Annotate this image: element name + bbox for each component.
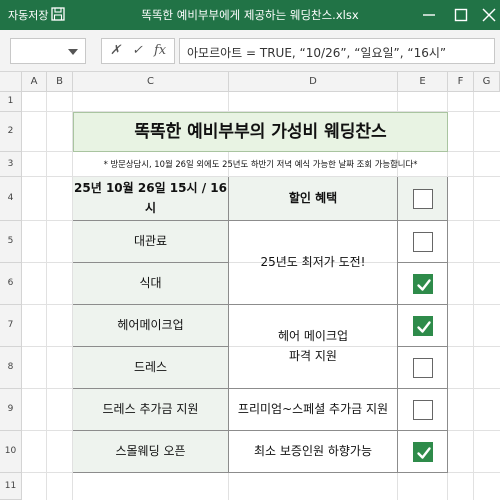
checkbox-cell[interactable] <box>398 263 448 305</box>
item-cell-hair-makeup[interactable]: 헤어메이크업 <box>73 305 229 347</box>
maximize-icon[interactable] <box>452 6 470 24</box>
formula-input[interactable]: 아모르아트 = TRUE, “10/26”, “일요일”, “16시” <box>179 38 495 64</box>
item-cell-dress-extra[interactable]: 드레스 추가금 지원 <box>73 389 229 431</box>
benefit-cell-guarantee[interactable]: 최소 보증인원 하향가능 <box>229 431 398 473</box>
benefit-cell-hair-makeup[interactable]: 헤어 메이크업 파격 지원 <box>229 305 398 389</box>
checkbox-cell[interactable] <box>398 347 448 389</box>
column-header-d[interactable]: D <box>229 72 398 92</box>
row-header-1[interactable]: 1 <box>0 92 22 112</box>
minimize-icon[interactable] <box>420 6 438 24</box>
header-date-cell[interactable]: 25년 10월 26일 15시 / 16시 <box>73 177 229 221</box>
checkbox-checked[interactable] <box>412 315 433 336</box>
item-cell-dress[interactable]: 드레스 <box>73 347 229 389</box>
chevron-down-icon[interactable] <box>68 49 78 55</box>
header-checkbox-cell[interactable] <box>398 177 448 221</box>
checkbox-cell[interactable] <box>398 389 448 431</box>
checkbox[interactable] <box>412 399 433 420</box>
row-header-8[interactable]: 8 <box>0 347 22 389</box>
close-icon[interactable] <box>480 6 498 24</box>
formula-bar: ✗ ✓ fx 아모르아트 = TRUE, “10/26”, “일요일”, “16… <box>0 30 500 72</box>
checkbox-cell[interactable] <box>398 431 448 473</box>
benefit-cell-dress-extra[interactable]: 프리미엄~스페셜 추가금 지원 <box>229 389 398 431</box>
column-header-b[interactable]: B <box>47 72 73 92</box>
row-header-11[interactable]: 11 <box>0 473 22 500</box>
header-checkbox[interactable] <box>412 188 433 209</box>
enter-icon[interactable]: ✓ <box>132 43 143 58</box>
title-bar: 자동저장 똑똑한 예비부부에게 제공하는 웨딩찬스.xlsx <box>0 0 500 30</box>
checkbox[interactable] <box>412 231 433 252</box>
row-header-4[interactable]: 4 <box>0 177 22 221</box>
row-header-3[interactable]: 3 <box>0 152 22 177</box>
column-header-e[interactable]: E <box>398 72 448 92</box>
row-header-2[interactable]: 2 <box>0 112 22 152</box>
benefit-line: 헤어 메이크업 <box>277 329 349 344</box>
column-header-g[interactable]: G <box>474 72 500 92</box>
formula-buttons: ✗ ✓ fx <box>101 38 175 64</box>
row-header-7[interactable]: 7 <box>0 305 22 347</box>
benefit-cell-lowest-price[interactable]: 25년도 최저가 도전! <box>229 221 398 305</box>
banner-title[interactable]: 똑똑한 예비부부의 가성비 웨딩찬스 <box>73 112 448 152</box>
checkbox-checked[interactable] <box>412 273 433 294</box>
checkmark-icon <box>416 446 431 459</box>
checkbox-checked[interactable] <box>412 441 433 462</box>
gridline <box>473 92 474 500</box>
header-benefit-cell[interactable]: 할인 혜택 <box>229 177 398 221</box>
name-box[interactable] <box>10 38 86 64</box>
row-header-6[interactable]: 6 <box>0 263 22 305</box>
column-header-a[interactable]: A <box>22 72 47 92</box>
column-header-c[interactable]: C <box>73 72 229 92</box>
note-text[interactable]: * 방문상담시, 10월 26일 외에도 25년도 하반기 저녁 예식 가능한 … <box>73 158 448 170</box>
checkbox[interactable] <box>412 357 433 378</box>
row-header-5[interactable]: 5 <box>0 221 22 263</box>
row-header-10[interactable]: 10 <box>0 431 22 473</box>
item-cell-small-wedding[interactable]: 스몰웨딩 오픈 <box>73 431 229 473</box>
column-header-f[interactable]: F <box>448 72 474 92</box>
row-header-9[interactable]: 9 <box>0 389 22 431</box>
cancel-icon[interactable]: ✗ <box>110 43 121 58</box>
checkbox-cell[interactable] <box>398 305 448 347</box>
gridline <box>46 92 47 500</box>
item-cell-meal[interactable]: 식대 <box>73 263 229 305</box>
checkbox-cell[interactable] <box>398 221 448 263</box>
fx-icon[interactable]: fx <box>154 43 166 58</box>
select-all-corner[interactable] <box>0 72 22 92</box>
checkmark-icon <box>416 320 431 333</box>
item-cell-venue[interactable]: 대관료 <box>73 221 229 263</box>
checkmark-icon <box>416 278 431 291</box>
benefit-line: 파격 지원 <box>289 348 337 363</box>
